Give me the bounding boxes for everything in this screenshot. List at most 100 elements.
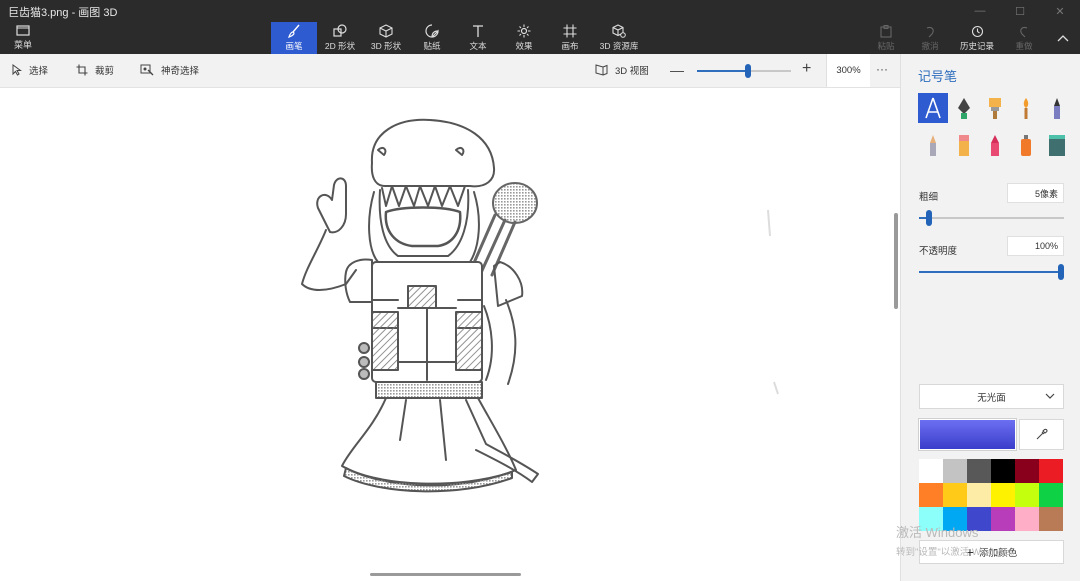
library-3d-icon [612,24,626,38]
drawing-canvas[interactable] [0,88,900,581]
thickness-slider-thumb[interactable] [926,210,932,226]
opacity-slider-thumb[interactable] [1058,264,1064,280]
fill-bucket-icon [1049,135,1065,156]
tab-effects[interactable]: 效果 [501,22,547,54]
color-swatch[interactable] [967,483,991,507]
zoom-slider-fill [697,70,748,72]
brush-calligraphy-pen[interactable] [949,93,979,123]
view-3d-label: 3D 视图 [615,66,649,77]
sticker-icon [425,24,439,38]
color-swatch[interactable] [919,507,943,531]
tab-label: 画笔 [285,41,303,51]
finish-dropdown[interactable]: 无光面 [919,384,1064,409]
calligraphy-pen-icon [958,98,970,119]
tab-canvas[interactable]: 画布 [547,22,593,54]
color-swatch[interactable] [967,459,991,483]
history-button[interactable]: 历史记录 [952,22,1002,54]
paste-label: 粘贴 [877,40,895,51]
thickness-input[interactable]: 5像素 [1007,183,1064,203]
tab-label: 画布 [561,41,579,51]
color-swatch[interactable] [1015,507,1039,531]
zoom-in-button[interactable]: + [802,60,811,78]
brush-oil[interactable] [980,93,1010,123]
brush-crayon[interactable] [980,130,1010,160]
brush-grid [918,93,1072,160]
maximize-button[interactable]: ☐ [1000,0,1040,22]
tab-label: 3D 资源库 [599,41,639,51]
color-swatch[interactable] [1015,483,1039,507]
view-3d-toggle[interactable]: 3D 视图 [595,63,649,77]
color-swatch[interactable] [1039,507,1063,531]
title-bar: 巨齿猫3.png - 画图 3D — ☐ ✕ [0,0,1080,22]
paste-button[interactable]: 粘贴 [864,22,908,54]
crop-icon [76,64,88,76]
tool-tabs: 画笔 2D 形状 3D 形状 贴纸 文本 效果 画布 3D 资源库 [271,22,645,54]
tab-label: 效果 [515,41,533,51]
brush-pixel-pen[interactable] [1042,93,1072,123]
select-label: 选择 [29,66,49,77]
minimize-button[interactable]: — [960,0,1000,22]
select-tool[interactable]: 选择 [12,63,48,77]
vertical-scrollbar[interactable] [894,213,898,309]
watercolor-icon [1023,98,1029,119]
color-swatch[interactable] [1015,459,1039,483]
undo-button[interactable]: 撤消 [908,22,952,54]
color-swatch[interactable] [943,507,967,531]
tab-label: 3D 形状 [370,41,402,51]
color-swatch[interactable] [1039,459,1063,483]
tab-text[interactable]: 文本 [455,22,501,54]
color-swatch[interactable] [1039,483,1063,507]
current-color-swatch[interactable] [919,419,1016,450]
color-swatch[interactable] [991,459,1015,483]
window-title: 巨齿猫3.png - 画图 3D [8,7,118,19]
color-swatch[interactable] [919,483,943,507]
tab-2d-shapes[interactable]: 2D 形状 [317,22,363,54]
brush-eraser[interactable] [949,130,979,160]
zoom-percent[interactable]: 300% [826,54,870,87]
crayon-icon [991,135,999,156]
cursor-icon [12,64,22,76]
brush-spray-can[interactable] [1011,130,1041,160]
menu-button[interactable]: 菜单 [8,24,38,52]
eyedropper-button[interactable] [1019,419,1064,450]
folder-icon [16,25,30,36]
color-swatch[interactable] [991,507,1015,531]
clipboard-icon [880,24,892,38]
redo-button[interactable]: 重做 [1002,22,1046,54]
crop-tool[interactable]: 裁剪 [76,63,114,77]
color-swatch[interactable] [967,507,991,531]
thickness-slider[interactable] [919,210,1064,226]
brush-marker[interactable] [918,93,948,123]
tab-brushes[interactable]: 画笔 [271,22,317,54]
close-icon: ✕ [1055,5,1065,18]
zoom-slider-thumb[interactable] [745,64,751,78]
color-swatch[interactable] [943,483,967,507]
tab-3d-shapes[interactable]: 3D 形状 [363,22,409,54]
zoom-out-button[interactable]: — [670,62,684,78]
color-swatch[interactable] [991,483,1015,507]
collapse-ribbon-button[interactable] [1046,22,1080,54]
tab-3d-library[interactable]: 3D 资源库 [593,22,645,54]
add-color-button[interactable]: + 添加颜色 [919,540,1064,564]
effects-icon [517,24,531,38]
add-color-label: 添加颜色 [979,548,1018,559]
tab-stickers[interactable]: 贴纸 [409,22,455,54]
ribbon-right-actions: 粘贴 撤消 历史记录 重做 [864,22,1080,54]
opacity-input[interactable]: 100% [1007,236,1064,256]
color-swatch[interactable] [943,459,967,483]
brush-fill-bucket[interactable] [1042,130,1072,160]
brush-watercolor[interactable] [1011,93,1041,123]
plus-icon: + [965,544,975,560]
horizontal-scrollbar[interactable] [370,573,521,576]
spray-can-icon [1021,135,1031,156]
menu-label: 菜单 [13,40,32,50]
more-options-button[interactable]: ··· [876,62,888,76]
brushes-panel: 记号笔 粗细 5像素 不透明度 100% 无光面 + 添加颜色 [900,54,1080,581]
zoom-slider[interactable] [697,64,791,78]
opacity-slider[interactable] [919,264,1064,280]
character-sketch [301,118,779,493]
color-swatch[interactable] [919,459,943,483]
magic-select-tool[interactable]: 神奇选择 [140,63,199,77]
close-button[interactable]: ✕ [1040,0,1080,22]
brush-pencil[interactable] [918,130,948,160]
